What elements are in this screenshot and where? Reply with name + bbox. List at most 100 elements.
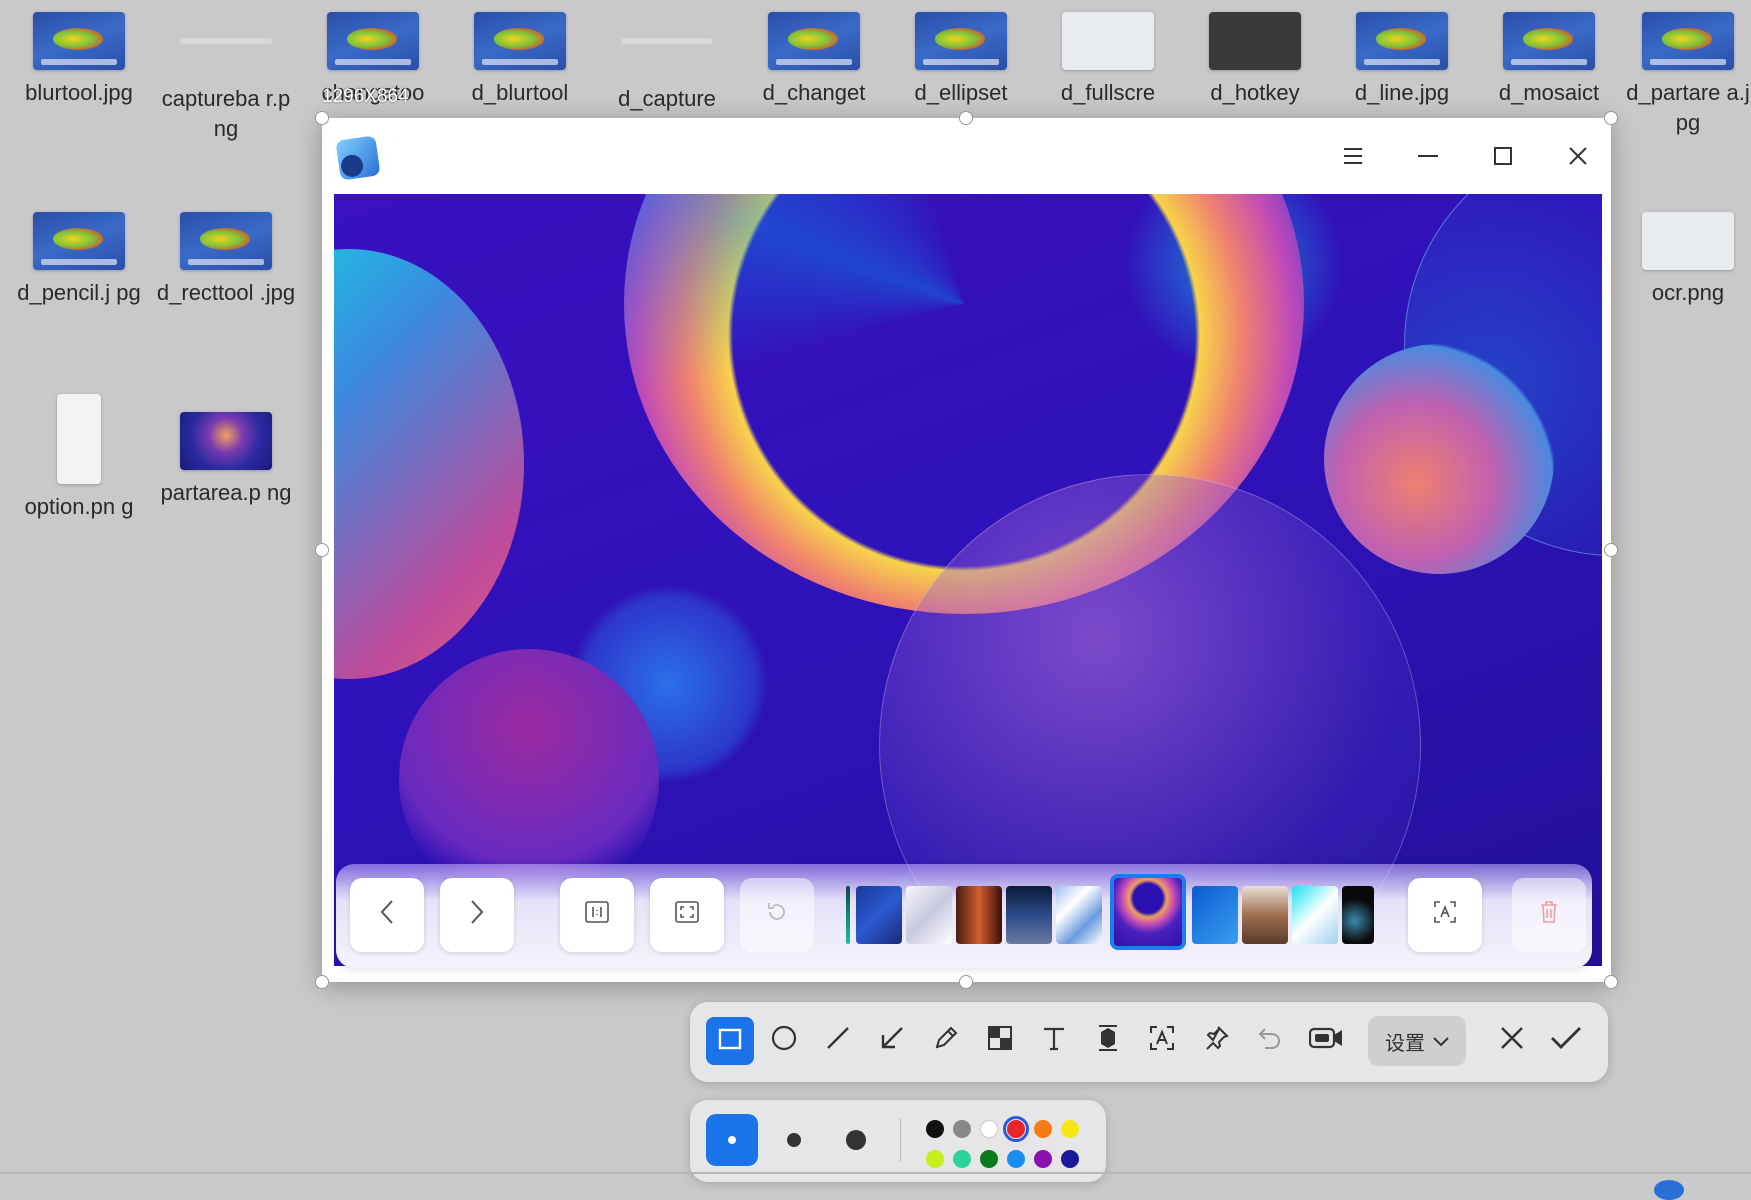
- file-thumbnail: [1209, 12, 1301, 70]
- thumbnail[interactable]: [1292, 886, 1338, 944]
- thumbnail-selected[interactable]: [1110, 874, 1186, 950]
- resize-handle-top-right[interactable]: [1604, 111, 1618, 125]
- file-icon-d-recttool[interactable]: d_recttool .jpg: [156, 212, 296, 308]
- size-medium-button[interactable]: [768, 1114, 820, 1166]
- thumbnail[interactable]: [1242, 886, 1288, 944]
- file-icon-capturebar[interactable]: captureba r.png: [156, 12, 296, 144]
- color-swatch[interactable]: [1034, 1150, 1052, 1168]
- file-label: d_line.jpg: [1354, 80, 1450, 105]
- resize-handle-bottom-right[interactable]: [1604, 975, 1618, 989]
- cancel-button[interactable]: [1488, 1017, 1536, 1065]
- titlebar: [322, 118, 1611, 194]
- file-label: d_partare a.jpg: [1626, 80, 1750, 135]
- file-thumbnail: [474, 12, 566, 70]
- color-swatch[interactable]: [1007, 1150, 1025, 1168]
- file-label: d_changet: [762, 80, 866, 105]
- menu-icon[interactable]: [1333, 136, 1373, 176]
- file-icon-partarea[interactable]: partarea.p ng: [156, 412, 296, 508]
- pencil-tool-button[interactable]: [922, 1017, 970, 1065]
- color-swatch[interactable]: [1034, 1120, 1052, 1138]
- ocr-button[interactable]: [1408, 878, 1482, 952]
- file-icon-d-mosaict[interactable]: d_mosaict: [1479, 12, 1619, 108]
- line-icon: [825, 1025, 851, 1058]
- color-swatch[interactable]: [926, 1120, 944, 1138]
- text-tool-button[interactable]: [1030, 1017, 1078, 1065]
- file-thumbnail: [327, 12, 419, 70]
- actual-size-button[interactable]: [560, 878, 634, 952]
- scroll-capture-button[interactable]: [1084, 1017, 1132, 1065]
- record-button[interactable]: [1302, 1017, 1350, 1065]
- color-swatch[interactable]: [926, 1150, 944, 1168]
- resize-handle-bottom[interactable]: [959, 975, 973, 989]
- file-label: captureba r.png: [161, 86, 291, 141]
- thumbnail[interactable]: [956, 886, 1002, 944]
- thumbnail[interactable]: [1006, 886, 1052, 944]
- file-icon-blurtool[interactable]: blurtool.jpg: [9, 12, 149, 108]
- file-thumbnail: [1642, 12, 1734, 70]
- file-icon-d-pencil[interactable]: d_pencil.j pg: [9, 212, 149, 308]
- thumbnail[interactable]: [856, 886, 902, 944]
- color-swatch[interactable]: [953, 1120, 971, 1138]
- ocr-icon: [1433, 900, 1457, 931]
- color-swatch[interactable]: [1003, 1116, 1029, 1142]
- size-small-button[interactable]: [706, 1114, 758, 1166]
- thumbnail[interactable]: [906, 886, 952, 944]
- file-label: d_recttool .jpg: [156, 280, 296, 305]
- color-swatch[interactable]: [953, 1150, 971, 1168]
- minimize-icon[interactable]: [1408, 136, 1448, 176]
- thumbnail[interactable]: [1342, 886, 1374, 944]
- resize-handle-right[interactable]: [1604, 543, 1618, 557]
- resize-handle-top-left[interactable]: [315, 111, 329, 125]
- line-tool-button[interactable]: [814, 1017, 862, 1065]
- thumbnail[interactable]: [1192, 886, 1238, 944]
- color-swatch[interactable]: [980, 1120, 998, 1138]
- taskbar-indicator: [1654, 1180, 1684, 1200]
- undo-button[interactable]: [1246, 1017, 1294, 1065]
- file-thumbnail: [1503, 12, 1595, 70]
- file-icon-d-hotkey[interactable]: d_hotkey: [1185, 12, 1325, 108]
- pin-tool-button[interactable]: [1192, 1017, 1240, 1065]
- maximize-icon[interactable]: [1483, 136, 1523, 176]
- arrow-icon: [879, 1025, 905, 1058]
- confirm-button[interactable]: [1542, 1017, 1590, 1065]
- color-swatch[interactable]: [1061, 1120, 1079, 1138]
- ocr-tool-button[interactable]: [1138, 1017, 1186, 1065]
- file-thumbnail: [180, 38, 272, 44]
- resize-handle-top[interactable]: [959, 111, 973, 125]
- file-icon-d-capture[interactable]: d_capture: [597, 12, 737, 114]
- file-icon-option[interactable]: option.pn g: [9, 394, 149, 522]
- next-button[interactable]: [440, 878, 514, 952]
- image-viewer-window: [322, 118, 1611, 982]
- file-icon-d-partarea[interactable]: d_partare a.jpg: [1626, 12, 1750, 138]
- close-icon[interactable]: [1558, 136, 1598, 176]
- ocr-icon: [1149, 1025, 1175, 1058]
- arrow-tool-button[interactable]: [868, 1017, 916, 1065]
- file-icon-d-blurtool[interactable]: d_blurtool: [450, 12, 590, 108]
- ellipse-tool-button[interactable]: [760, 1017, 808, 1065]
- previous-button[interactable]: [350, 878, 424, 952]
- file-icon-ocr[interactable]: ocr.png: [1626, 212, 1750, 308]
- mosaic-tool-button[interactable]: [976, 1017, 1024, 1065]
- file-icon-d-ellipset[interactable]: d_ellipset: [891, 12, 1031, 108]
- size-large-button[interactable]: [830, 1114, 882, 1166]
- file-icon-d-fullscreen[interactable]: d_fullscre: [1038, 12, 1178, 108]
- file-thumbnail: [1642, 212, 1734, 270]
- color-swatch[interactable]: [1061, 1150, 1079, 1168]
- color-swatch[interactable]: [980, 1150, 998, 1168]
- thumbnail[interactable]: [1056, 886, 1102, 944]
- thumbnail[interactable]: [846, 886, 850, 944]
- settings-dropdown[interactable]: 设置: [1368, 1016, 1466, 1066]
- file-label: partarea.p ng: [160, 480, 292, 505]
- ellipse-icon: [770, 1024, 798, 1059]
- resize-handle-left[interactable]: [315, 543, 329, 557]
- settings-label: 设置: [1385, 1032, 1425, 1055]
- file-icon-d-line[interactable]: d_line.jpg: [1332, 12, 1472, 108]
- file-icon-d-changet[interactable]: d_changet: [744, 12, 884, 108]
- rotate-button[interactable]: [740, 878, 814, 952]
- resize-handle-bottom-left[interactable]: [315, 975, 329, 989]
- file-label: d_blurtool: [471, 80, 569, 105]
- rectangle-tool-button[interactable]: [706, 1017, 754, 1065]
- delete-button[interactable]: [1512, 878, 1586, 952]
- fit-window-button[interactable]: [650, 878, 724, 952]
- file-thumbnail: [1356, 12, 1448, 70]
